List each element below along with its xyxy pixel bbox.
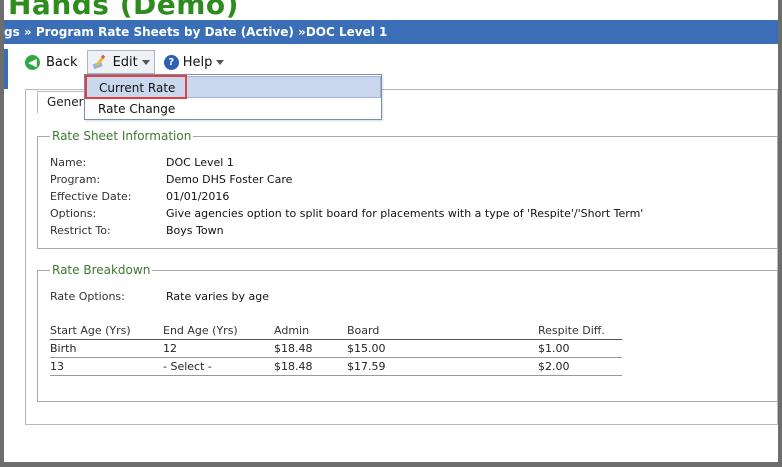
table-header-row: Start Age (Yrs) End Age (Yrs) Admin Boar…	[50, 322, 622, 340]
column-header: Board	[347, 322, 538, 340]
info-label: Options:	[50, 207, 97, 220]
side-tab[interactable]	[4, 49, 8, 89]
menu-item-rate-change[interactable]: Rate Change	[85, 98, 381, 120]
edit-pencil-icon	[92, 54, 105, 70]
help-button[interactable]: ? Help	[159, 50, 230, 74]
table-row: Birth 12 $18.48 $15.00 $1.00	[50, 339, 622, 358]
edit-button[interactable]: Edit	[86, 50, 155, 74]
table-cell: - Select -	[163, 357, 274, 376]
table-cell: 13	[50, 357, 163, 376]
rate-breakdown-legend: Rate Breakdown	[52, 263, 151, 277]
highlight-annotation-box	[85, 75, 187, 99]
info-value: Give agencies option to split board for …	[166, 207, 644, 220]
help-label: Help	[182, 54, 213, 70]
back-label: Back	[46, 54, 78, 70]
rate-options-row: Rate Options: Rate varies by age	[50, 290, 269, 303]
info-row-restrict-to: Restrict To: Boys Town	[50, 224, 224, 237]
info-row-name: Name: DOC Level 1	[50, 156, 234, 169]
toolbar: ◀ Back Edit ? Help	[20, 49, 233, 75]
help-icon: ?	[163, 54, 179, 70]
chevron-down-icon	[216, 59, 225, 65]
table-cell: $1.00	[538, 339, 622, 358]
breadcrumb-current: DOC Level 1	[305, 25, 388, 39]
table-cell: $18.48	[274, 339, 347, 358]
info-value: Boys Town	[166, 224, 224, 237]
info-row-effective-date: Effective Date: 01/01/2016	[50, 190, 229, 203]
window-frame-right	[778, 0, 782, 467]
table-cell: $15.00	[347, 339, 538, 358]
table-cell: $17.59	[347, 357, 538, 376]
back-arrow-icon: ◀	[25, 54, 40, 70]
column-header: Admin	[274, 322, 347, 340]
table-cell: Birth	[50, 339, 163, 358]
table-row: 13 - Select - $18.48 $17.59 $2.00	[50, 357, 622, 376]
edit-label: Edit	[112, 54, 138, 70]
info-label: Restrict To:	[50, 224, 111, 237]
info-row-program: Program: Demo DHS Foster Care	[50, 173, 292, 186]
table-cell: $18.48	[274, 357, 347, 376]
back-button[interactable]: ◀ Back	[20, 50, 83, 74]
app-title: Hands (Demo)	[8, 0, 239, 21]
info-label: Name:	[50, 156, 87, 169]
info-label: Program:	[50, 173, 101, 186]
rate-sheet-information-legend: Rate Sheet Information	[52, 129, 192, 143]
column-header: Respite Diff.	[538, 322, 622, 340]
info-value: 01/01/2016	[166, 190, 230, 203]
column-header: End Age (Yrs)	[163, 322, 274, 340]
window-frame-bottom	[0, 462, 782, 467]
rate-options-value: Rate varies by age	[166, 290, 270, 303]
table-cell: $2.00	[538, 357, 622, 376]
info-value: Demo DHS Foster Care	[166, 173, 293, 186]
breadcrumb-path[interactable]: gs » Program Rate Sheets by Date (Active…	[4, 20, 306, 44]
breadcrumb: gs » Program Rate Sheets by Date (Active…	[4, 20, 778, 44]
table-cell: 12	[163, 339, 274, 358]
chevron-down-icon	[141, 59, 150, 65]
info-row-options: Options: Give agencies option to split bo…	[50, 207, 643, 220]
rate-breakdown-table: Start Age (Yrs) End Age (Yrs) Admin Boar…	[50, 322, 622, 376]
info-label: Effective Date:	[50, 190, 132, 203]
info-value: DOC Level 1	[166, 156, 234, 169]
rate-options-label: Rate Options:	[50, 290, 125, 303]
column-header: Start Age (Yrs)	[50, 322, 163, 340]
